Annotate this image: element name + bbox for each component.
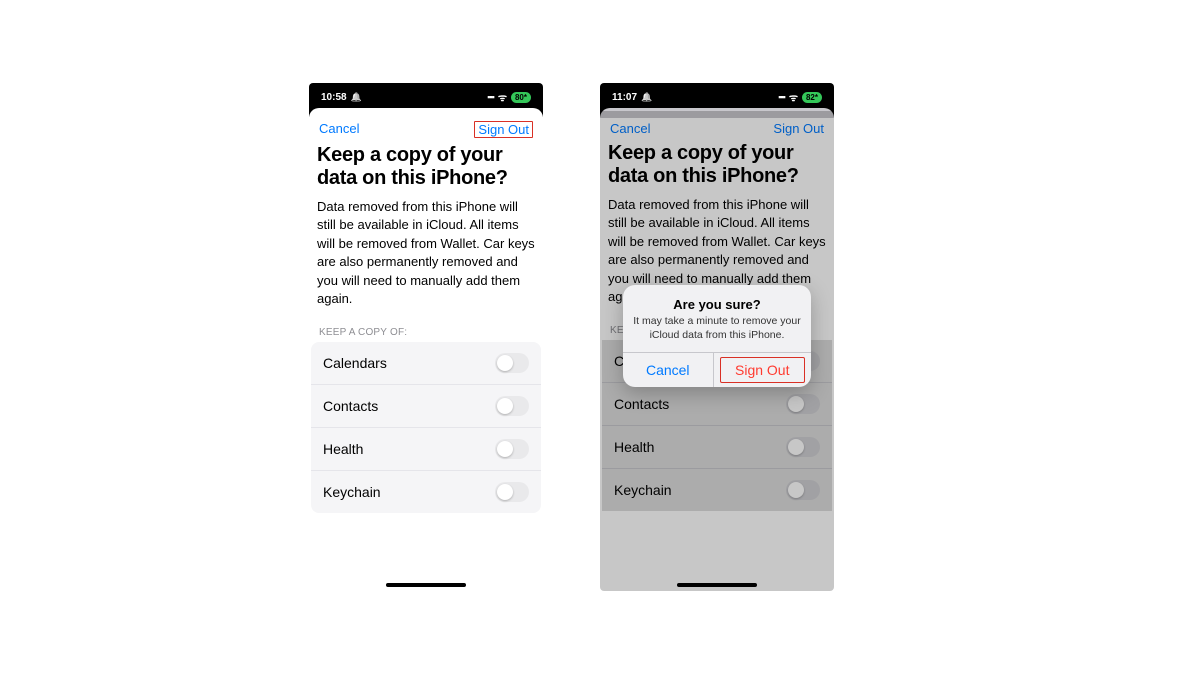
cancel-button[interactable]: Cancel	[610, 121, 650, 136]
wifi-icon: ᯤ	[498, 90, 507, 104]
status-time: 11:07	[612, 92, 637, 103]
home-indicator[interactable]	[386, 583, 466, 587]
list-item-label: Contacts	[614, 396, 669, 412]
sign-out-button[interactable]: Sign Out	[478, 122, 529, 137]
section-header: KEEP A COPY OF:	[309, 327, 543, 342]
alert-signout-button[interactable]: Sign Out	[720, 357, 806, 383]
list-item-label: Keychain	[323, 484, 381, 500]
list-item-label: Health	[614, 439, 654, 455]
nav-bar: Cancel Sign Out	[309, 117, 543, 144]
battery-indicator: 80*	[511, 92, 531, 103]
status-time: 10:58	[321, 92, 347, 103]
list-item: Keychain	[602, 469, 832, 511]
wifi-icon: ᯤ	[789, 90, 798, 104]
phone-screenshot-right: 11:07 🔔 ▪▪▪ ᯤ 82* Cancel Sign Out Keep a…	[600, 83, 834, 591]
home-indicator[interactable]	[677, 583, 757, 587]
page-title: Keep a copy of your data on this iPhone?	[317, 144, 535, 190]
signal-icon: ▪▪▪	[778, 92, 785, 102]
list-item-label: Contacts	[323, 398, 378, 414]
list-item-label: Calendars	[323, 355, 387, 371]
list-item: Contacts	[602, 383, 832, 426]
toggle-health[interactable]	[786, 437, 820, 457]
list-item: Health	[311, 428, 541, 471]
list-item: Health	[602, 426, 832, 469]
battery-indicator: 82*	[802, 92, 822, 103]
keep-copy-list: Calendars Contacts Health Keychain	[311, 342, 541, 513]
page-title: Keep a copy of your data on this iPhone?	[608, 142, 826, 188]
alert-cancel-button[interactable]: Cancel	[623, 353, 714, 387]
nav-bar: Cancel Sign Out	[600, 117, 834, 142]
list-item: Keychain	[311, 471, 541, 513]
toggle-calendars[interactable]	[495, 353, 529, 373]
toggle-contacts[interactable]	[786, 394, 820, 414]
list-item-label: Keychain	[614, 482, 672, 498]
page-description: Data removed from this iPhone will still…	[317, 198, 535, 309]
alert-message: It may take a minute to remove your iClo…	[633, 315, 801, 342]
status-bar: 10:58 🔔 ▪▪▪ ᯤ 80*	[309, 83, 543, 111]
alert-title: Are you sure?	[633, 297, 801, 312]
dnd-icon: 🔔	[351, 92, 362, 103]
toggle-keychain[interactable]	[786, 480, 820, 500]
dnd-icon: 🔔	[641, 92, 652, 103]
confirm-signout-alert: Are you sure? It may take a minute to re…	[623, 285, 811, 387]
cancel-button[interactable]: Cancel	[319, 121, 359, 138]
toggle-keychain[interactable]	[495, 482, 529, 502]
toggle-health[interactable]	[495, 439, 529, 459]
alert-signout-highlight: Sign Out	[714, 353, 812, 387]
list-item: Contacts	[311, 385, 541, 428]
toggle-contacts[interactable]	[495, 396, 529, 416]
signal-icon: ▪▪▪	[487, 92, 494, 102]
list-item: Calendars	[311, 342, 541, 385]
sign-out-button[interactable]: Sign Out	[773, 121, 824, 136]
list-item-label: Health	[323, 441, 363, 457]
sign-out-button-highlight: Sign Out	[474, 121, 533, 138]
status-bar: 11:07 🔔 ▪▪▪ ᯤ 82*	[600, 83, 834, 111]
sheet-grabber	[309, 111, 543, 117]
phone-screenshot-left: 10:58 🔔 ▪▪▪ ᯤ 80* Cancel Sign Out Keep a…	[309, 83, 543, 591]
